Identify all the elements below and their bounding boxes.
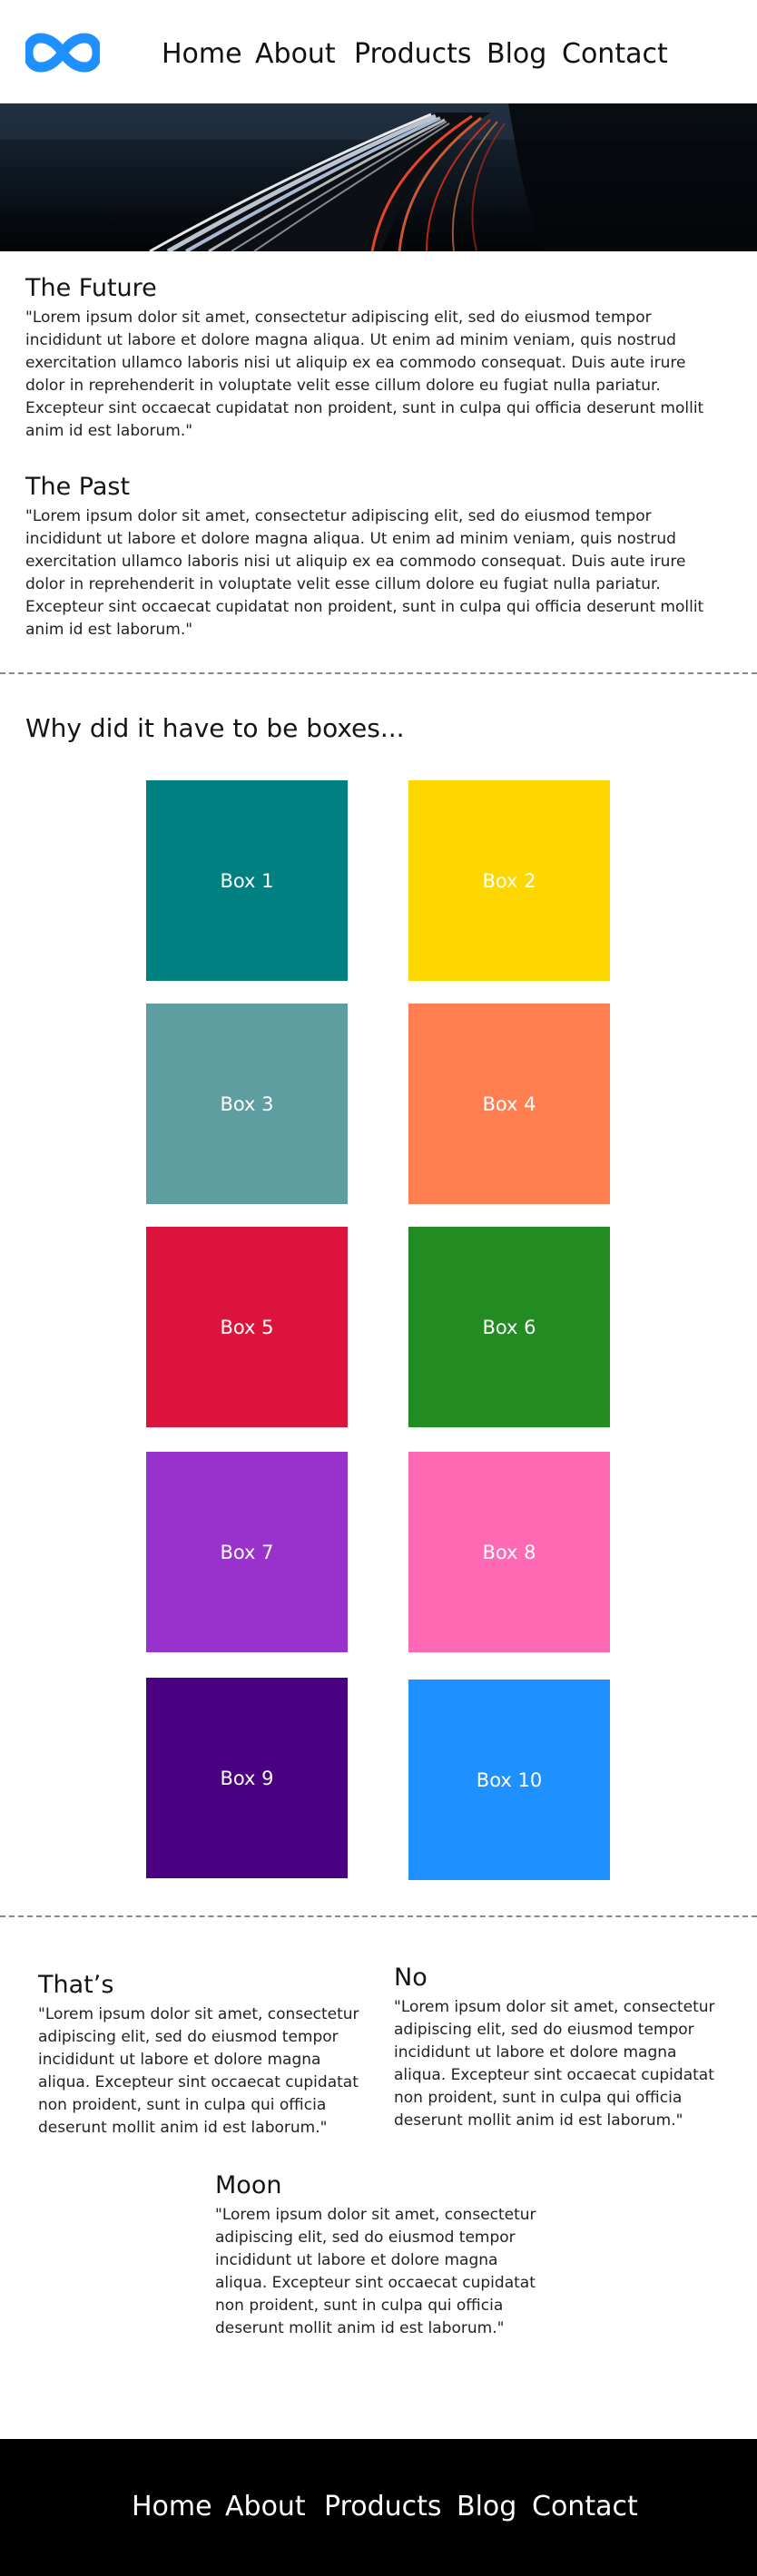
footer-home-link[interactable]: Home [132, 2491, 212, 2523]
box-label: Box 5 [220, 1316, 274, 1338]
box-label: Box 10 [476, 1768, 543, 1791]
color-box: Box 1 [146, 780, 348, 981]
color-box: Box 3 [146, 1004, 348, 1204]
box-label: Box 6 [482, 1316, 536, 1338]
color-box: Box 5 [146, 1227, 348, 1427]
box-label: Box 4 [482, 1092, 536, 1115]
column-body: "Lorem ipsum dolor sit amet, consectetur… [394, 1998, 715, 2130]
hero-image [0, 103, 757, 251]
box-label: Box 7 [220, 1541, 274, 1563]
footer-about-link[interactable]: About [225, 2491, 306, 2523]
nav-products-link[interactable]: Products [354, 38, 472, 71]
box-label: Box 9 [220, 1767, 274, 1789]
column-body: "Lorem ipsum dolor sit amet, consectetur… [215, 2206, 536, 2337]
nav-home-link[interactable]: Home [162, 38, 242, 71]
column-title: That’s [38, 1971, 114, 1999]
box-label: Box 2 [482, 869, 536, 892]
article-title: The Past [25, 473, 131, 501]
color-box: Box 8 [408, 1452, 610, 1652]
site-header: Home About Products Blog Contact [0, 0, 757, 103]
color-box: Box 10 [408, 1680, 610, 1880]
color-box: Box 6 [408, 1227, 610, 1427]
box-label: Box 8 [482, 1541, 536, 1563]
nav-about-link[interactable]: About [255, 38, 336, 71]
color-box: Box 9 [146, 1678, 348, 1878]
box-label: Box 3 [220, 1092, 274, 1115]
nav-blog-link[interactable]: Blog [487, 38, 546, 71]
box-label: Box 1 [220, 869, 274, 892]
footer-products-link[interactable]: Products [324, 2491, 442, 2523]
infinity-icon[interactable] [23, 33, 103, 73]
footer-blog-link[interactable]: Blog [457, 2491, 516, 2523]
column-body: "Lorem ipsum dolor sit amet, consectetur… [38, 2005, 359, 2137]
article-body: "Lorem ipsum dolor sit amet, consectetur… [25, 507, 704, 639]
boxes-heading: Why did it have to be boxes... [25, 713, 405, 743]
section-divider [0, 1915, 757, 1917]
article-body: "Lorem ipsum dolor sit amet, consectetur… [25, 309, 704, 440]
footer-contact-link[interactable]: Contact [532, 2491, 638, 2523]
color-box: Box 4 [408, 1004, 610, 1204]
section-divider [0, 672, 757, 674]
site-footer: Home About Products Blog Contact [0, 2439, 757, 2576]
nav-contact-link[interactable]: Contact [562, 38, 668, 71]
color-box: Box 2 [408, 780, 610, 981]
column-title: Moon [215, 2171, 282, 2199]
color-box: Box 7 [146, 1452, 348, 1652]
article-title: The Future [25, 274, 157, 302]
column-title: No [394, 1964, 428, 1992]
